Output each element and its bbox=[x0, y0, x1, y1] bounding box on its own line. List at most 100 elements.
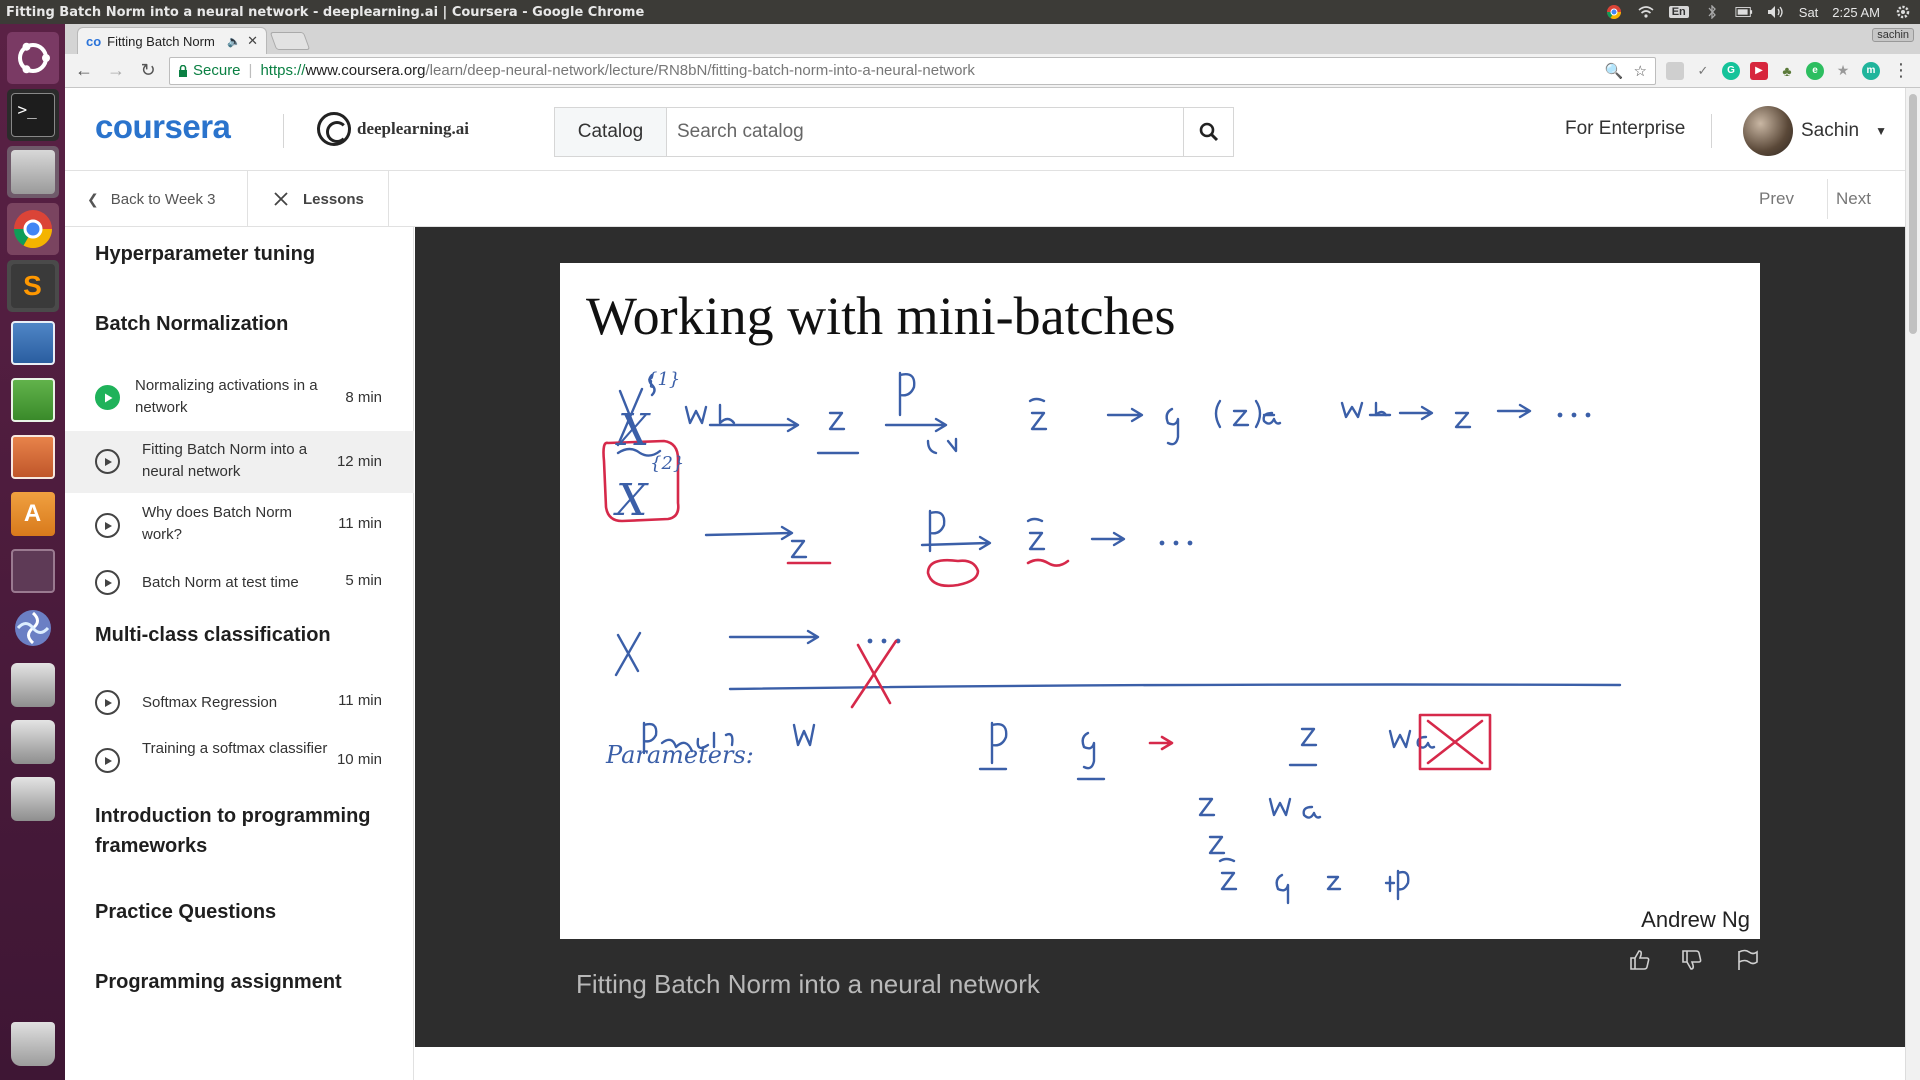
section-heading[interactable]: Programming assignment bbox=[95, 967, 342, 997]
clock-time[interactable]: 2:25 AM bbox=[1832, 5, 1880, 20]
launcher-drive-1[interactable] bbox=[7, 659, 59, 711]
close-icon bbox=[274, 192, 288, 206]
reload-icon[interactable]: ↻ bbox=[137, 60, 159, 82]
thumbs-down-icon[interactable] bbox=[1677, 945, 1707, 975]
zoom-icon[interactable]: 🔍 bbox=[1605, 62, 1624, 80]
bookmark-star-icon[interactable]: ☆ bbox=[1634, 62, 1647, 80]
lesson-title: Training a softmax classifier bbox=[142, 740, 328, 757]
launcher-drive-3[interactable] bbox=[7, 773, 59, 825]
launcher-sublime[interactable]: S bbox=[6, 260, 59, 312]
subnav-divider bbox=[388, 171, 389, 227]
extension-puzzle-icon[interactable]: ♣ bbox=[1778, 62, 1796, 80]
calc-spreadsheet-icon bbox=[10, 378, 55, 422]
settings-gear-icon[interactable] bbox=[1894, 4, 1912, 20]
system-top-panel: Fitting Batch Norm into a neural network… bbox=[0, 0, 1920, 24]
launcher-shotwell[interactable] bbox=[7, 602, 59, 654]
clock-day[interactable]: Sat bbox=[1799, 5, 1819, 20]
forward-arrow-icon[interactable]: → bbox=[105, 60, 127, 82]
for-enterprise-link[interactable]: For Enterprise bbox=[1565, 118, 1685, 140]
extension-m-icon[interactable]: m bbox=[1862, 61, 1880, 80]
launcher-files[interactable] bbox=[6, 146, 59, 198]
slide-author: Andrew Ng bbox=[1641, 907, 1750, 932]
lesson-title: Softmax Regression bbox=[142, 694, 278, 711]
user-name: Sachin bbox=[1801, 120, 1860, 141]
lesson-item-current[interactable]: Fitting Batch Norm into a neural network… bbox=[65, 431, 414, 493]
lesson-item[interactable]: Batch Norm at test time 5 min bbox=[65, 557, 414, 609]
extension-grammarly-icon[interactable]: G bbox=[1722, 61, 1740, 80]
launcher-dash-button[interactable] bbox=[6, 32, 59, 84]
extension-check-icon[interactable]: ✓ bbox=[1694, 62, 1712, 80]
subnav-divider bbox=[247, 171, 248, 227]
lesson-title: Fitting Batch Norm into a neural network bbox=[142, 441, 308, 480]
lesson-sidebar: Hyperparameter tuning Batch Normalizatio… bbox=[65, 227, 414, 1080]
play-circle-icon bbox=[95, 690, 120, 715]
math-x-superscript-1: X bbox=[615, 405, 651, 456]
section-heading[interactable]: Hyperparameter tuning bbox=[95, 239, 315, 269]
ubuntu-launcher: >_ S A bbox=[0, 24, 65, 1080]
lesson-duration: 10 min bbox=[336, 751, 382, 768]
keyboard-layout-indicator[interactable]: En bbox=[1668, 6, 1689, 18]
lesson-item[interactable]: Softmax Regression 11 min bbox=[65, 675, 414, 731]
secure-indicator[interactable]: Secure bbox=[178, 62, 241, 79]
prev-button[interactable]: Prev bbox=[1759, 189, 1794, 209]
search-button[interactable] bbox=[1183, 108, 1233, 156]
launcher-drive-2[interactable] bbox=[7, 716, 59, 768]
lesson-item[interactable]: Why does Batch Norm work? 11 min bbox=[65, 493, 414, 557]
extension-video-icon[interactable]: ▶ bbox=[1750, 61, 1768, 80]
extension-reader-icon[interactable] bbox=[1666, 61, 1684, 80]
launcher-terminal[interactable]: >_ bbox=[6, 89, 59, 141]
tab-close-icon[interactable]: ✕ bbox=[247, 33, 258, 49]
launcher-workspaces[interactable] bbox=[7, 545, 59, 597]
flag-icon[interactable] bbox=[1732, 945, 1762, 975]
lesson-duration: 5 min bbox=[345, 572, 382, 589]
user-menu[interactable]: Sachin ▼ bbox=[1743, 106, 1887, 156]
back-arrow-icon[interactable]: ← bbox=[73, 60, 95, 82]
launcher-trash[interactable] bbox=[7, 1018, 59, 1070]
section-heading[interactable]: Practice Questions bbox=[95, 897, 276, 927]
bluetooth-icon[interactable] bbox=[1703, 4, 1721, 20]
terminal-icon: >_ bbox=[10, 93, 55, 137]
section-heading[interactable]: Multi-class classification bbox=[95, 620, 331, 650]
tab-audio-icon[interactable]: 🔈 bbox=[227, 35, 241, 48]
video-player[interactable]: Working with mini-batches X {1} X {2} Pa… bbox=[415, 227, 1905, 1047]
wifi-icon[interactable] bbox=[1637, 4, 1655, 20]
back-to-week-link[interactable]: ❮ Back to Week 3 bbox=[87, 171, 240, 227]
lesson-item[interactable]: Training a softmax classifier 10 min bbox=[65, 731, 414, 791]
launcher-software-center[interactable]: A bbox=[7, 488, 59, 540]
browser-profile-badge[interactable]: sachin bbox=[1872, 28, 1914, 42]
launcher-impress[interactable] bbox=[7, 431, 59, 483]
launcher-writer[interactable] bbox=[7, 317, 59, 369]
chrome-tray-icon[interactable] bbox=[1605, 4, 1623, 20]
coursera-logo[interactable]: coursera bbox=[95, 108, 231, 146]
lesson-item[interactable]: Normalizing activations in a network 8 m… bbox=[65, 365, 414, 431]
disk-drive-icon bbox=[10, 720, 55, 764]
thumbs-up-icon[interactable] bbox=[1625, 945, 1655, 975]
trash-icon bbox=[10, 1022, 55, 1066]
address-bar[interactable]: Secure | https://www.coursera.org/learn/… bbox=[169, 56, 1656, 85]
battery-icon[interactable] bbox=[1735, 4, 1753, 20]
disk-drive-icon bbox=[10, 777, 55, 821]
deeplearning-logo[interactable]: deeplearning.ai bbox=[317, 112, 469, 146]
section-heading[interactable]: Batch Normalization bbox=[95, 309, 288, 339]
next-button[interactable]: Next bbox=[1836, 189, 1871, 209]
volume-icon[interactable] bbox=[1767, 4, 1785, 20]
search-input[interactable] bbox=[667, 108, 1183, 156]
video-frame[interactable]: Working with mini-batches X {1} X {2} Pa… bbox=[560, 263, 1760, 939]
lessons-toggle[interactable]: Lessons bbox=[273, 171, 364, 227]
page-scrollbar[interactable] bbox=[1905, 88, 1920, 1080]
catalog-button[interactable]: Catalog bbox=[555, 108, 667, 156]
extension-evernote-icon[interactable]: e bbox=[1806, 61, 1824, 80]
browser-menu-icon[interactable]: ⋮ bbox=[1890, 60, 1912, 82]
browser-tab-active[interactable]: co Fitting Batch Norm 🔈 ✕ bbox=[77, 27, 267, 54]
launcher-chrome[interactable] bbox=[6, 203, 59, 255]
url-separator: | bbox=[248, 62, 253, 79]
new-tab-button[interactable] bbox=[269, 32, 311, 50]
extension-shield-icon[interactable]: ★ bbox=[1834, 62, 1852, 80]
writer-document-icon bbox=[10, 321, 55, 365]
launcher-calc[interactable] bbox=[7, 374, 59, 426]
deeplearning-mark-icon bbox=[317, 112, 351, 146]
scrollbar-thumb[interactable] bbox=[1909, 94, 1917, 334]
sublime-text-icon: S bbox=[10, 264, 55, 308]
section-heading[interactable]: Introduction to programming frameworks bbox=[95, 801, 375, 861]
caret-down-icon: ▼ bbox=[1875, 124, 1887, 138]
